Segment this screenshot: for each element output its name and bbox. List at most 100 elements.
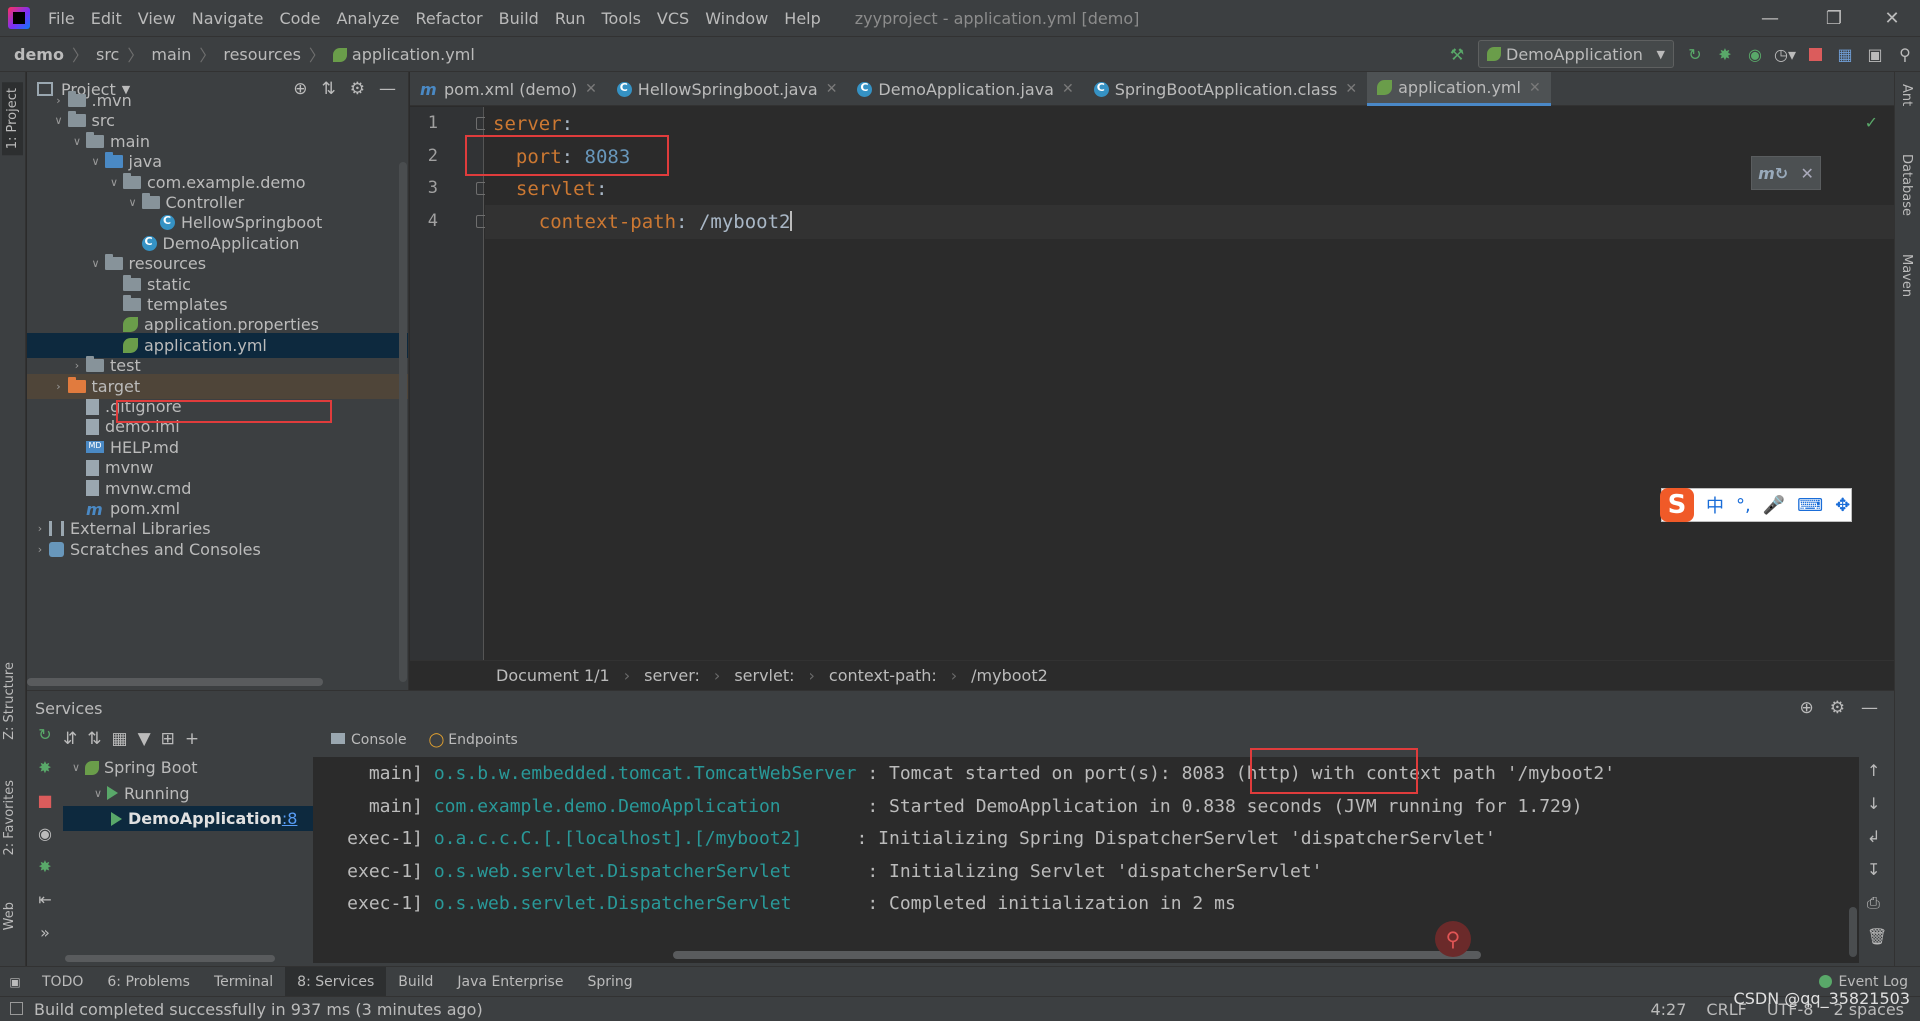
close-window-icon[interactable]: ✕ xyxy=(1864,0,1920,36)
keyboard-icon[interactable]: ⌨ xyxy=(1797,495,1823,516)
search-icon[interactable]: ⚲ xyxy=(1435,921,1471,957)
menu-window[interactable]: Window xyxy=(697,9,776,28)
new-tab-icon[interactable]: ⊞ xyxy=(161,729,175,749)
tool-tab[interactable]: Terminal xyxy=(202,974,285,990)
status-message[interactable]: Build completed successfully in 937 ms (… xyxy=(34,1000,483,1019)
horizontal-scrollbar[interactable] xyxy=(27,678,323,686)
tool-tab[interactable]: Spring xyxy=(575,974,644,990)
menu-file[interactable]: File xyxy=(40,9,83,28)
nav-crumb[interactable]: application.yml xyxy=(332,45,475,64)
tab-endpoints[interactable]: ◯ Endpoints xyxy=(429,732,518,748)
services-tree-scrollbar[interactable] xyxy=(65,955,275,962)
debug-icon[interactable]: ✸ xyxy=(27,758,63,791)
project-structure-icon[interactable]: ▦ xyxy=(1830,39,1860,69)
search-everywhere-icon[interactable]: ⚲ xyxy=(1890,39,1920,69)
service-item[interactable]: ∨ Spring Boot xyxy=(63,755,339,780)
trash-icon[interactable]: 🗑 xyxy=(1867,927,1887,946)
tool-tab[interactable]: Java Enterprise xyxy=(445,974,575,990)
ime-punctuation-icon[interactable]: °, xyxy=(1736,495,1751,516)
debug-icon[interactable]: ✸ xyxy=(1710,39,1740,69)
web-tool-tab[interactable]: Web xyxy=(2,902,17,930)
console-output[interactable]: ⚲ main] o.s.b.w.embedded.tomcat.TomcatWe… xyxy=(313,757,1859,963)
chevron-right-icon[interactable]: › xyxy=(68,359,86,372)
vertical-scrollbar[interactable] xyxy=(399,162,407,682)
tab-console[interactable]: Console xyxy=(331,732,407,748)
console-vertical-scrollbar[interactable] xyxy=(1849,907,1857,957)
menu-build[interactable]: Build xyxy=(491,9,547,28)
chevron-right-icon[interactable]: › xyxy=(50,380,68,393)
filter-icon[interactable]: ▼ xyxy=(138,729,151,749)
editor-tab[interactable]: HellowSpringboot.java✕ xyxy=(607,72,848,106)
ime-toolbox-icon[interactable]: ✥ xyxy=(1835,495,1850,516)
build-hammer-icon[interactable]: ⚒ xyxy=(1442,39,1472,69)
group-by-icon[interactable]: ▦ xyxy=(112,729,128,749)
service-item[interactable]: DemoApplication:8 xyxy=(63,806,339,831)
console-horizontal-scrollbar[interactable] xyxy=(673,951,1481,959)
run-configuration-select[interactable]: DemoApplication ▼ xyxy=(1478,40,1674,68)
chevron-down-icon[interactable]: ∨ xyxy=(105,176,123,189)
nav-crumb[interactable]: main xyxy=(151,45,191,64)
tool-tab[interactable]: 6: Problems xyxy=(95,974,202,990)
chevron-right-icon[interactable]: › xyxy=(31,522,49,535)
menu-view[interactable]: View xyxy=(130,9,184,28)
stop-icon[interactable] xyxy=(1800,39,1830,69)
structure-crumb[interactable]: context-path: xyxy=(829,666,937,685)
minimize-icon[interactable]: — xyxy=(1742,0,1798,36)
menu-refactor[interactable]: Refactor xyxy=(408,9,491,28)
structure-crumb[interactable]: /myboot2 xyxy=(971,666,1048,685)
menu-run[interactable]: Run xyxy=(547,9,594,28)
chevron-down-icon[interactable]: ∨ xyxy=(50,114,68,127)
code-editor[interactable]: ✓ server: port: 8083 servlet: context-pa… xyxy=(485,107,1894,660)
editor-tab[interactable]: DemoApplication.java✕ xyxy=(847,72,1083,106)
more-icon[interactable]: » xyxy=(27,923,63,956)
close-tab-icon[interactable]: ✕ xyxy=(1529,80,1541,96)
ime-chinese-toggle[interactable]: 中 xyxy=(1706,492,1724,518)
menu-tools[interactable]: Tools xyxy=(594,9,649,28)
editor-tab[interactable]: application.yml ✕ xyxy=(1367,72,1551,106)
scroll-to-end-icon[interactable]: ↧ xyxy=(1867,860,1887,879)
menu-analyze[interactable]: Analyze xyxy=(328,9,407,28)
add-icon[interactable]: + xyxy=(185,729,199,749)
editor-tab[interactable]: SpringBootApplication.class✕ xyxy=(1084,72,1367,106)
tree-item[interactable]: › Scratches and Consoles xyxy=(27,537,408,562)
menu-navigate[interactable]: Navigate xyxy=(184,9,272,28)
maven-reload-icon[interactable]: m↻ xyxy=(1758,164,1788,183)
expand-all-icon[interactable]: ⇵ xyxy=(63,729,77,749)
close-tab-icon[interactable]: ✕ xyxy=(1345,81,1357,97)
menu-help[interactable]: Help xyxy=(776,9,828,28)
profile-icon[interactable]: ◷▾ xyxy=(1770,39,1800,69)
exit-icon[interactable]: ⇤ xyxy=(27,890,63,923)
menu-edit[interactable]: Edit xyxy=(83,9,130,28)
hide-panel-icon[interactable]: — xyxy=(1861,698,1878,718)
service-item[interactable]: ∨ Running xyxy=(63,781,339,806)
arrow-up-icon[interactable]: ↑ xyxy=(1867,761,1887,780)
structure-crumb[interactable]: Document 1/1 xyxy=(496,666,610,685)
close-tab-icon[interactable]: ✕ xyxy=(826,81,838,97)
structure-crumb[interactable]: server: xyxy=(644,666,700,685)
project-tool-tab[interactable]: 1: Project xyxy=(2,82,23,156)
debug-restart-icon[interactable]: ✸ xyxy=(27,857,63,890)
structure-crumb[interactable]: servlet: xyxy=(734,666,794,685)
rerun-icon[interactable]: ↻ xyxy=(1680,39,1710,69)
caret-position[interactable]: 4:27 xyxy=(1650,1000,1686,1019)
coverage-icon[interactable]: ◉ xyxy=(1740,39,1770,69)
collapse-all-icon[interactable]: ⇅ xyxy=(87,729,101,749)
close-tab-icon[interactable]: ✕ xyxy=(585,81,597,97)
port-link[interactable]: :8 xyxy=(282,809,298,828)
camera-icon[interactable]: ◉ xyxy=(27,824,63,857)
nav-crumb[interactable]: src xyxy=(96,45,119,64)
maven-tool-tab[interactable]: Maven xyxy=(1899,254,1914,297)
gear-icon[interactable]: ⚙ xyxy=(1830,698,1845,718)
event-log-tab[interactable]: Event Log xyxy=(1807,974,1920,990)
restore-icon[interactable]: ❐ xyxy=(1806,0,1862,36)
print-icon[interactable]: ⎙ xyxy=(1867,893,1887,913)
chevron-down-icon[interactable]: ∨ xyxy=(87,155,105,168)
stop-icon[interactable]: ■ xyxy=(27,791,63,824)
tool-tab[interactable]: Build xyxy=(386,974,445,990)
menu-vcs[interactable]: VCS xyxy=(649,9,697,28)
menu-code[interactable]: Code xyxy=(272,9,329,28)
chevron-down-icon[interactable]: ∨ xyxy=(67,761,85,774)
favorites-tool-tab[interactable]: 2: Favorites xyxy=(2,780,17,856)
rerun-icon[interactable]: ↻ xyxy=(27,725,63,758)
nav-crumb[interactable]: resources xyxy=(223,45,301,64)
